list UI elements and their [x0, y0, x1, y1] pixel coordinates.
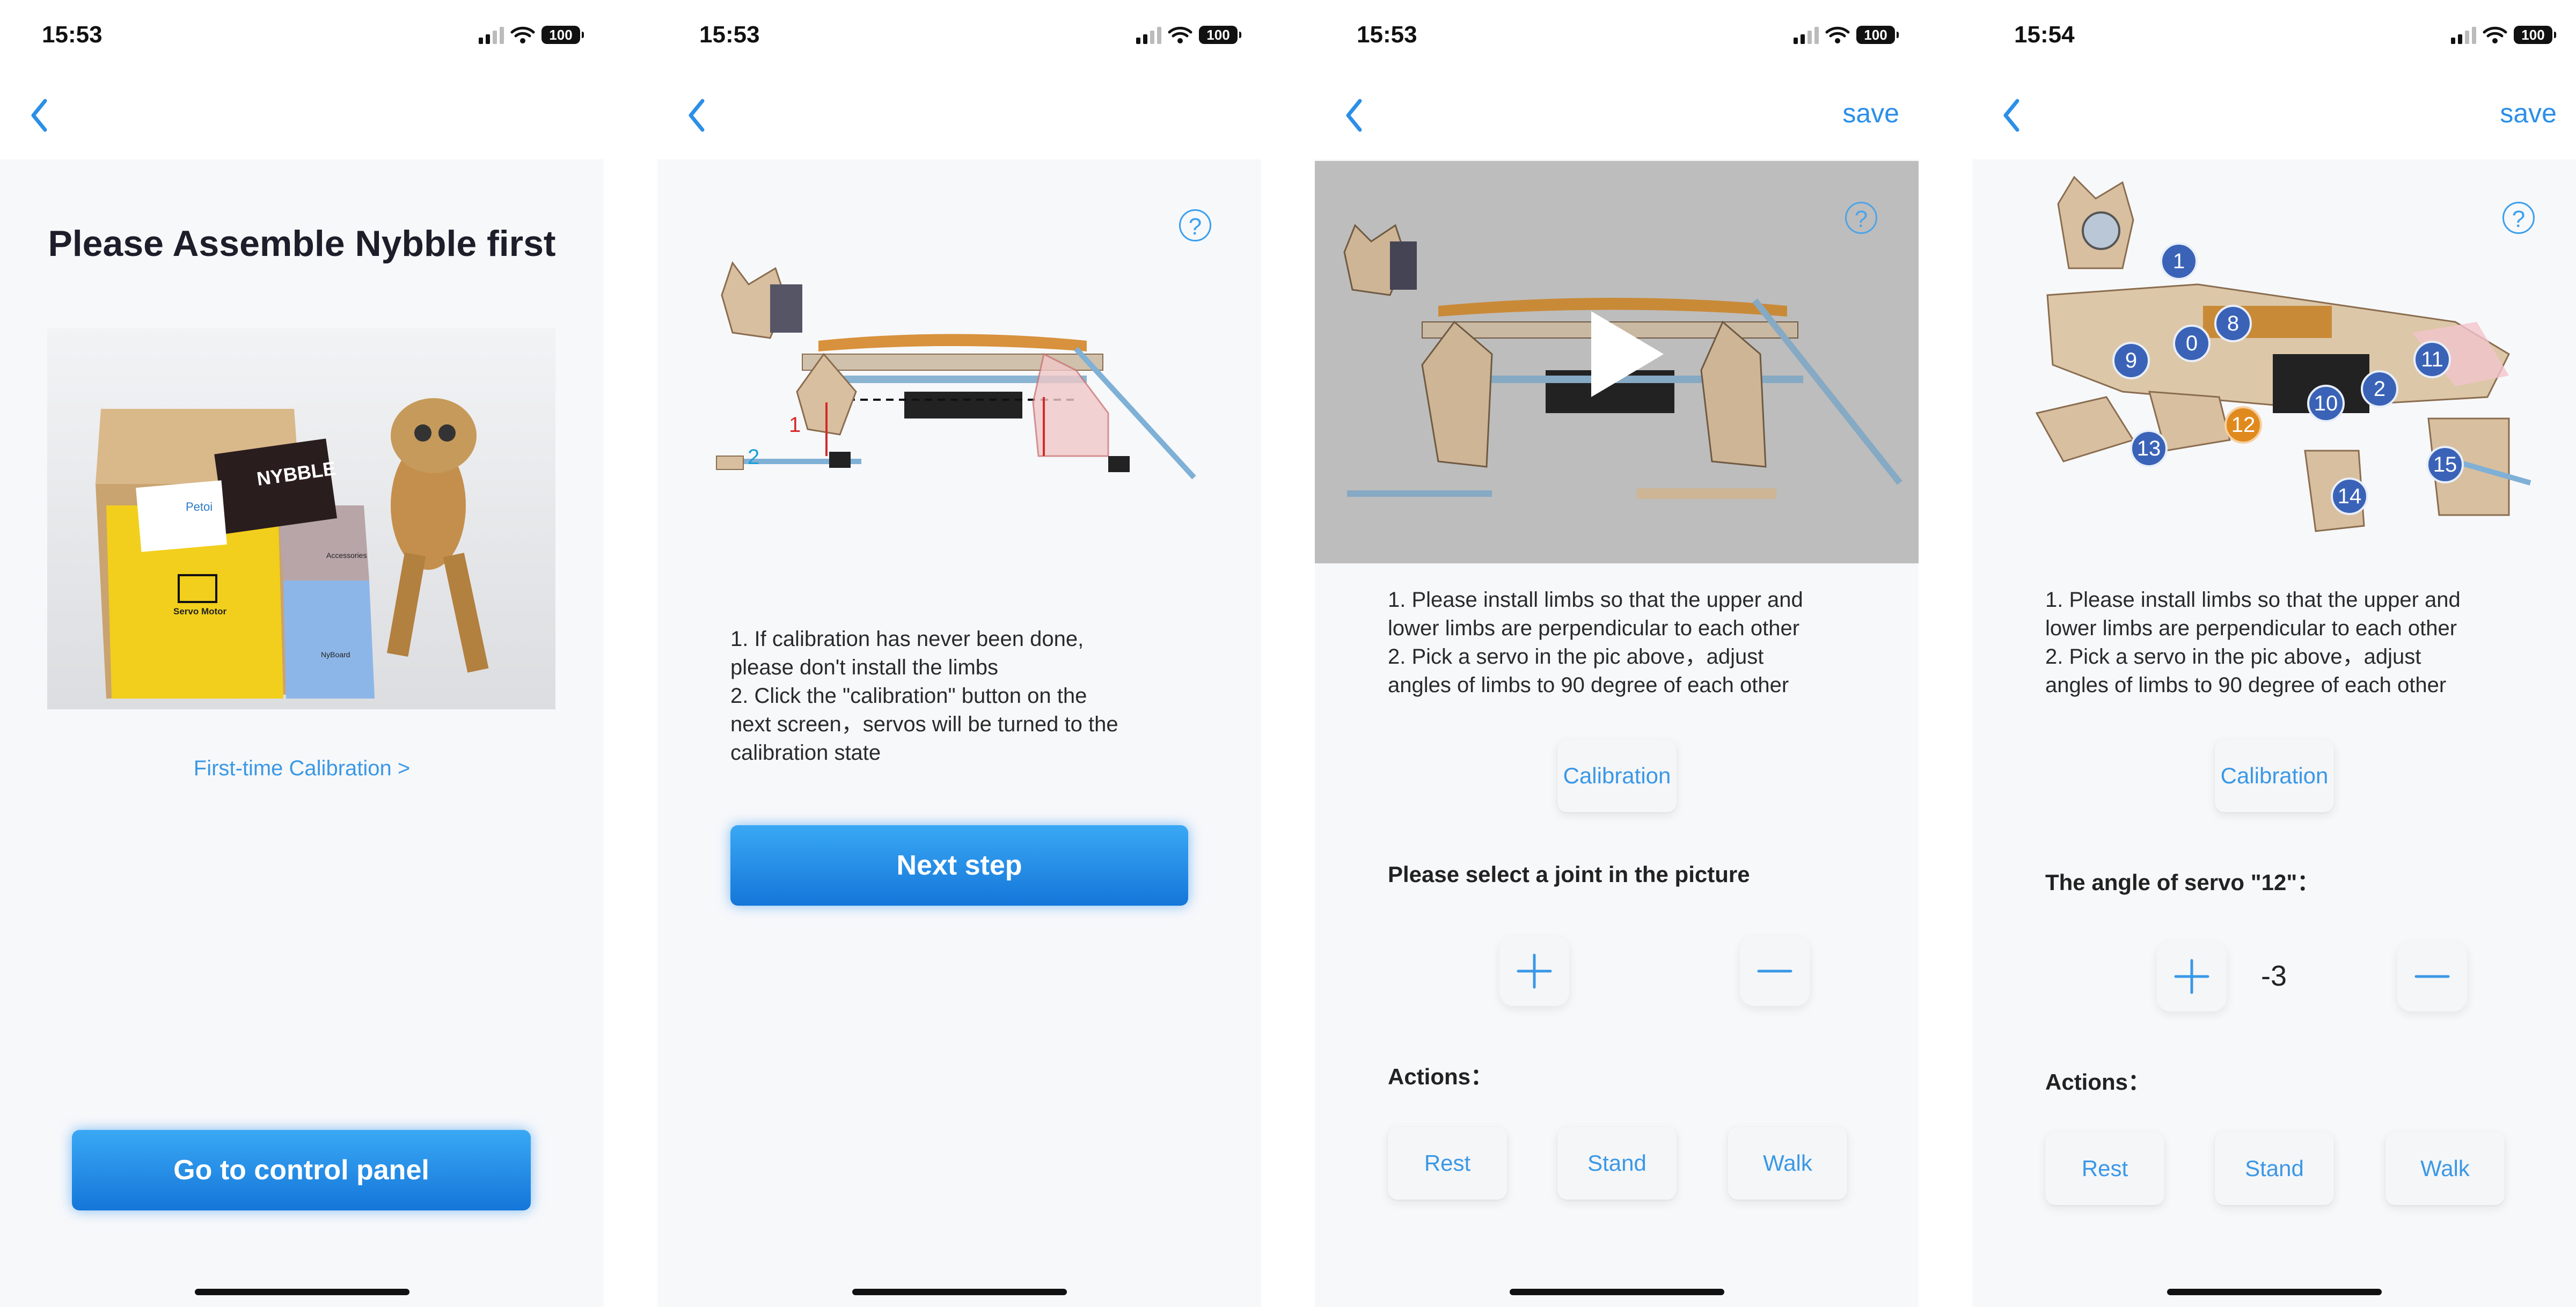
box-label-servo-motor: Servo Motor	[173, 606, 227, 616]
wifi-icon	[2483, 26, 2507, 43]
calibration-button[interactable]: Calibration	[2215, 739, 2334, 812]
joint-badge-8[interactable]: 8	[2214, 305, 2252, 342]
wifi-icon	[510, 26, 535, 43]
battery-icon: 100	[2514, 26, 2556, 44]
walk-button[interactable]: Walk	[1728, 1127, 1847, 1200]
instructions-text: 1. If calibration has never been done, p…	[730, 627, 1118, 765]
status-icons: 100	[1136, 21, 1241, 48]
battery-icon: 100	[1199, 26, 1241, 44]
instructions-text: 1. Please install limbs so that the uppe…	[1388, 588, 1803, 697]
actions-label: Actions：	[1388, 1064, 1494, 1089]
joint-badge-1[interactable]: 1	[2160, 243, 2198, 280]
home-indicator	[194, 1289, 409, 1295]
stand-button[interactable]: Stand	[2215, 1132, 2334, 1205]
help-icon[interactable]: ?	[1179, 209, 1211, 241]
status-time: 15:53	[1357, 21, 1417, 48]
box-label-accessories: Accessories	[326, 551, 367, 560]
battery-icon: 100	[541, 26, 584, 44]
home-indicator	[852, 1289, 1067, 1295]
back-button[interactable]	[685, 91, 718, 139]
status-time: 15:54	[2014, 21, 2075, 48]
screen-assemble: 15:53 100 Please Assemble Nybble first P…	[0, 0, 604, 1307]
joint-badge-13[interactable]: 13	[2130, 430, 2168, 467]
help-icon[interactable]: ?	[2502, 202, 2535, 234]
robot-joint-picture	[1972, 161, 2576, 563]
joint-badge-14[interactable]: 14	[2331, 478, 2368, 515]
chevron-left-icon	[1346, 99, 1362, 132]
signal-icon	[479, 26, 504, 44]
box-label-petoi: Petoi	[186, 500, 213, 513]
top-bar: 15:53 100	[0, 0, 604, 159]
diagram-label-2: 2	[748, 445, 760, 469]
box-label-nyboard: NyBoard	[321, 650, 350, 659]
product-photo: Petoi NYBBLE Servo Motor Accessories NyB…	[47, 328, 555, 709]
chevron-left-icon	[689, 99, 705, 132]
go-to-control-panel-button[interactable]: Go to control panel	[72, 1130, 531, 1210]
joint-badge-15[interactable]: 15	[2426, 446, 2464, 483]
actions-label: Actions：	[2045, 1069, 2151, 1095]
joint-badge-0[interactable]: 0	[2173, 325, 2211, 362]
signal-icon	[1794, 26, 1819, 44]
page-title: Please Assemble Nybble first	[48, 223, 556, 264]
servo-angle-value: -3	[2260, 960, 2287, 992]
back-button[interactable]	[1343, 91, 1375, 139]
plus-icon	[2174, 959, 2209, 994]
minus-icon	[1757, 970, 1792, 973]
status-icons: 100	[1794, 21, 1899, 48]
joint-badge-10[interactable]: 10	[2307, 385, 2345, 422]
calibration-button[interactable]: Calibration	[1557, 739, 1677, 812]
battery-icon: 100	[1856, 26, 1899, 44]
joint-badge-11[interactable]: 11	[2413, 341, 2451, 378]
instructions-text: 1. Please install limbs so that the uppe…	[2045, 588, 2461, 697]
decrease-button[interactable]	[1740, 936, 1810, 1006]
chevron-left-icon	[2003, 99, 2019, 132]
calibration-diagram: 1 2	[700, 252, 1237, 531]
top-bar: 15:53 100	[657, 0, 1261, 159]
status-icons: 100	[479, 21, 584, 48]
back-button[interactable]	[2000, 91, 2032, 139]
signal-icon	[1136, 26, 1161, 44]
rest-button[interactable]: Rest	[2045, 1132, 2164, 1205]
play-icon[interactable]	[1586, 309, 1666, 400]
video-player[interactable]	[1315, 161, 1919, 563]
joint-badge-9[interactable]: 9	[2112, 342, 2150, 379]
help-icon[interactable]: ?	[1845, 202, 1877, 234]
wifi-icon	[1168, 26, 1192, 43]
home-indicator	[2167, 1289, 2382, 1295]
next-step-button[interactable]: Next step	[730, 825, 1188, 906]
status-time: 15:53	[699, 21, 760, 48]
rest-button[interactable]: Rest	[1388, 1127, 1507, 1200]
top-bar: 15:53 100 save	[1315, 0, 1919, 159]
decrease-button[interactable]	[2397, 942, 2467, 1011]
increase-button[interactable]	[2157, 942, 2227, 1011]
save-button[interactable]: save	[1842, 98, 1899, 129]
home-indicator	[1509, 1289, 1724, 1295]
status-icons: 100	[2451, 21, 2556, 48]
joint-badge-12-selected[interactable]: 12	[2224, 406, 2262, 444]
back-button[interactable]	[28, 91, 60, 139]
screen-calibration-video: 15:53 100 save ? 1. Please install limbs…	[1315, 0, 1919, 1307]
minus-icon	[2414, 975, 2450, 978]
joint-badge-2[interactable]: 2	[2361, 370, 2398, 408]
screen-preparation: 15:53 100 ? 1 2 1. If calibration has ne…	[657, 0, 1261, 1307]
diagram-label-1: 1	[789, 413, 801, 437]
top-bar: 15:54 100 save	[1972, 0, 2576, 159]
save-button[interactable]: save	[2500, 98, 2557, 129]
servo-angle-prompt: The angle of servo "12"：	[2045, 870, 2320, 895]
select-joint-prompt: Please select a joint in the picture	[1388, 862, 1750, 887]
chevron-left-icon	[31, 99, 47, 132]
status-time: 15:53	[42, 21, 103, 48]
plus-icon	[1517, 953, 1552, 989]
signal-icon	[2451, 26, 2476, 44]
increase-button[interactable]	[1499, 936, 1569, 1006]
stand-button[interactable]: Stand	[1557, 1127, 1677, 1200]
walk-button[interactable]: Walk	[2385, 1132, 2505, 1205]
screen-calibration-joint: 15:54 100 save ? 1 0 8 9 11 10 2 12 13 1…	[1972, 0, 2576, 1307]
wifi-icon	[1825, 26, 1850, 43]
first-time-calibration-link[interactable]: First-time Calibration >	[0, 757, 604, 781]
